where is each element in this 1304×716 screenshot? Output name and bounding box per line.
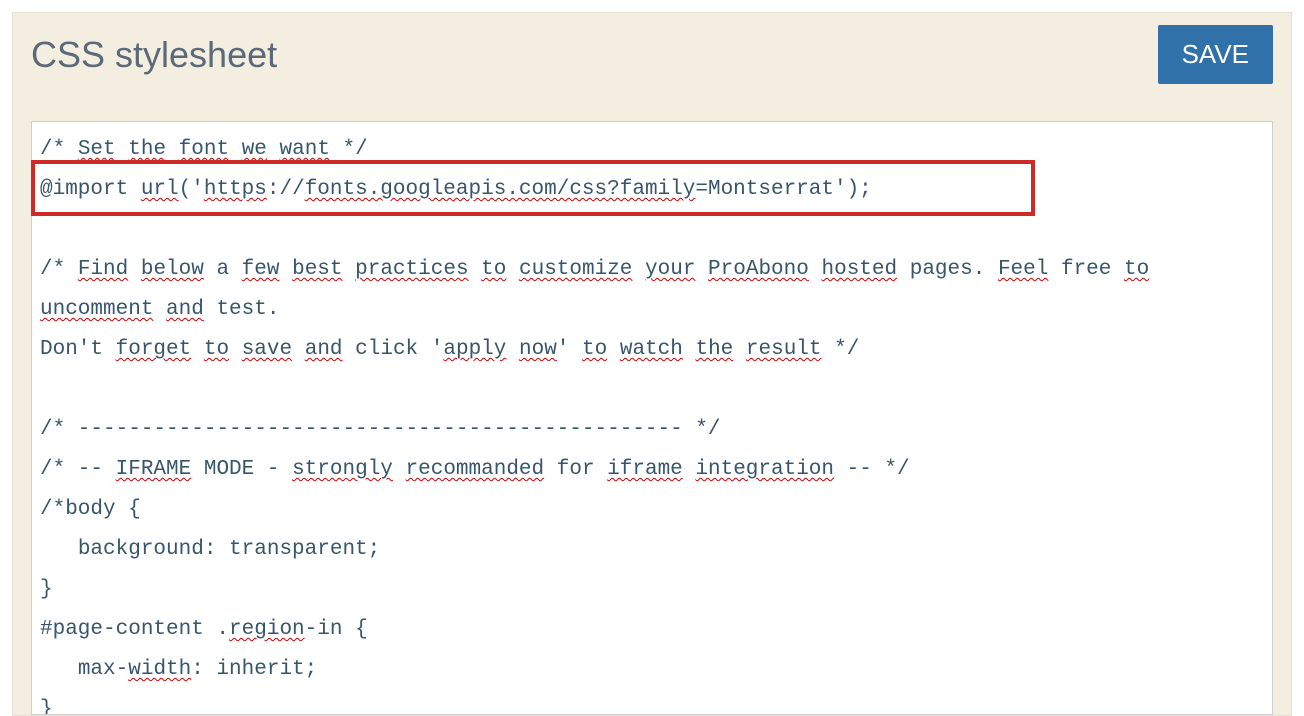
panel-header: CSS stylesheet SAVE (13, 13, 1291, 98)
panel-title: CSS stylesheet (31, 34, 277, 76)
editor-wrap: /* Set the font we want */ @import url('… (31, 121, 1273, 715)
css-code-content[interactable]: /* Set the font we want */ @import url('… (32, 122, 1272, 715)
css-stylesheet-panel: CSS stylesheet SAVE /* Set the font we w… (12, 12, 1292, 716)
save-button[interactable]: SAVE (1158, 25, 1273, 84)
css-editor[interactable]: /* Set the font we want */ @import url('… (31, 121, 1273, 715)
